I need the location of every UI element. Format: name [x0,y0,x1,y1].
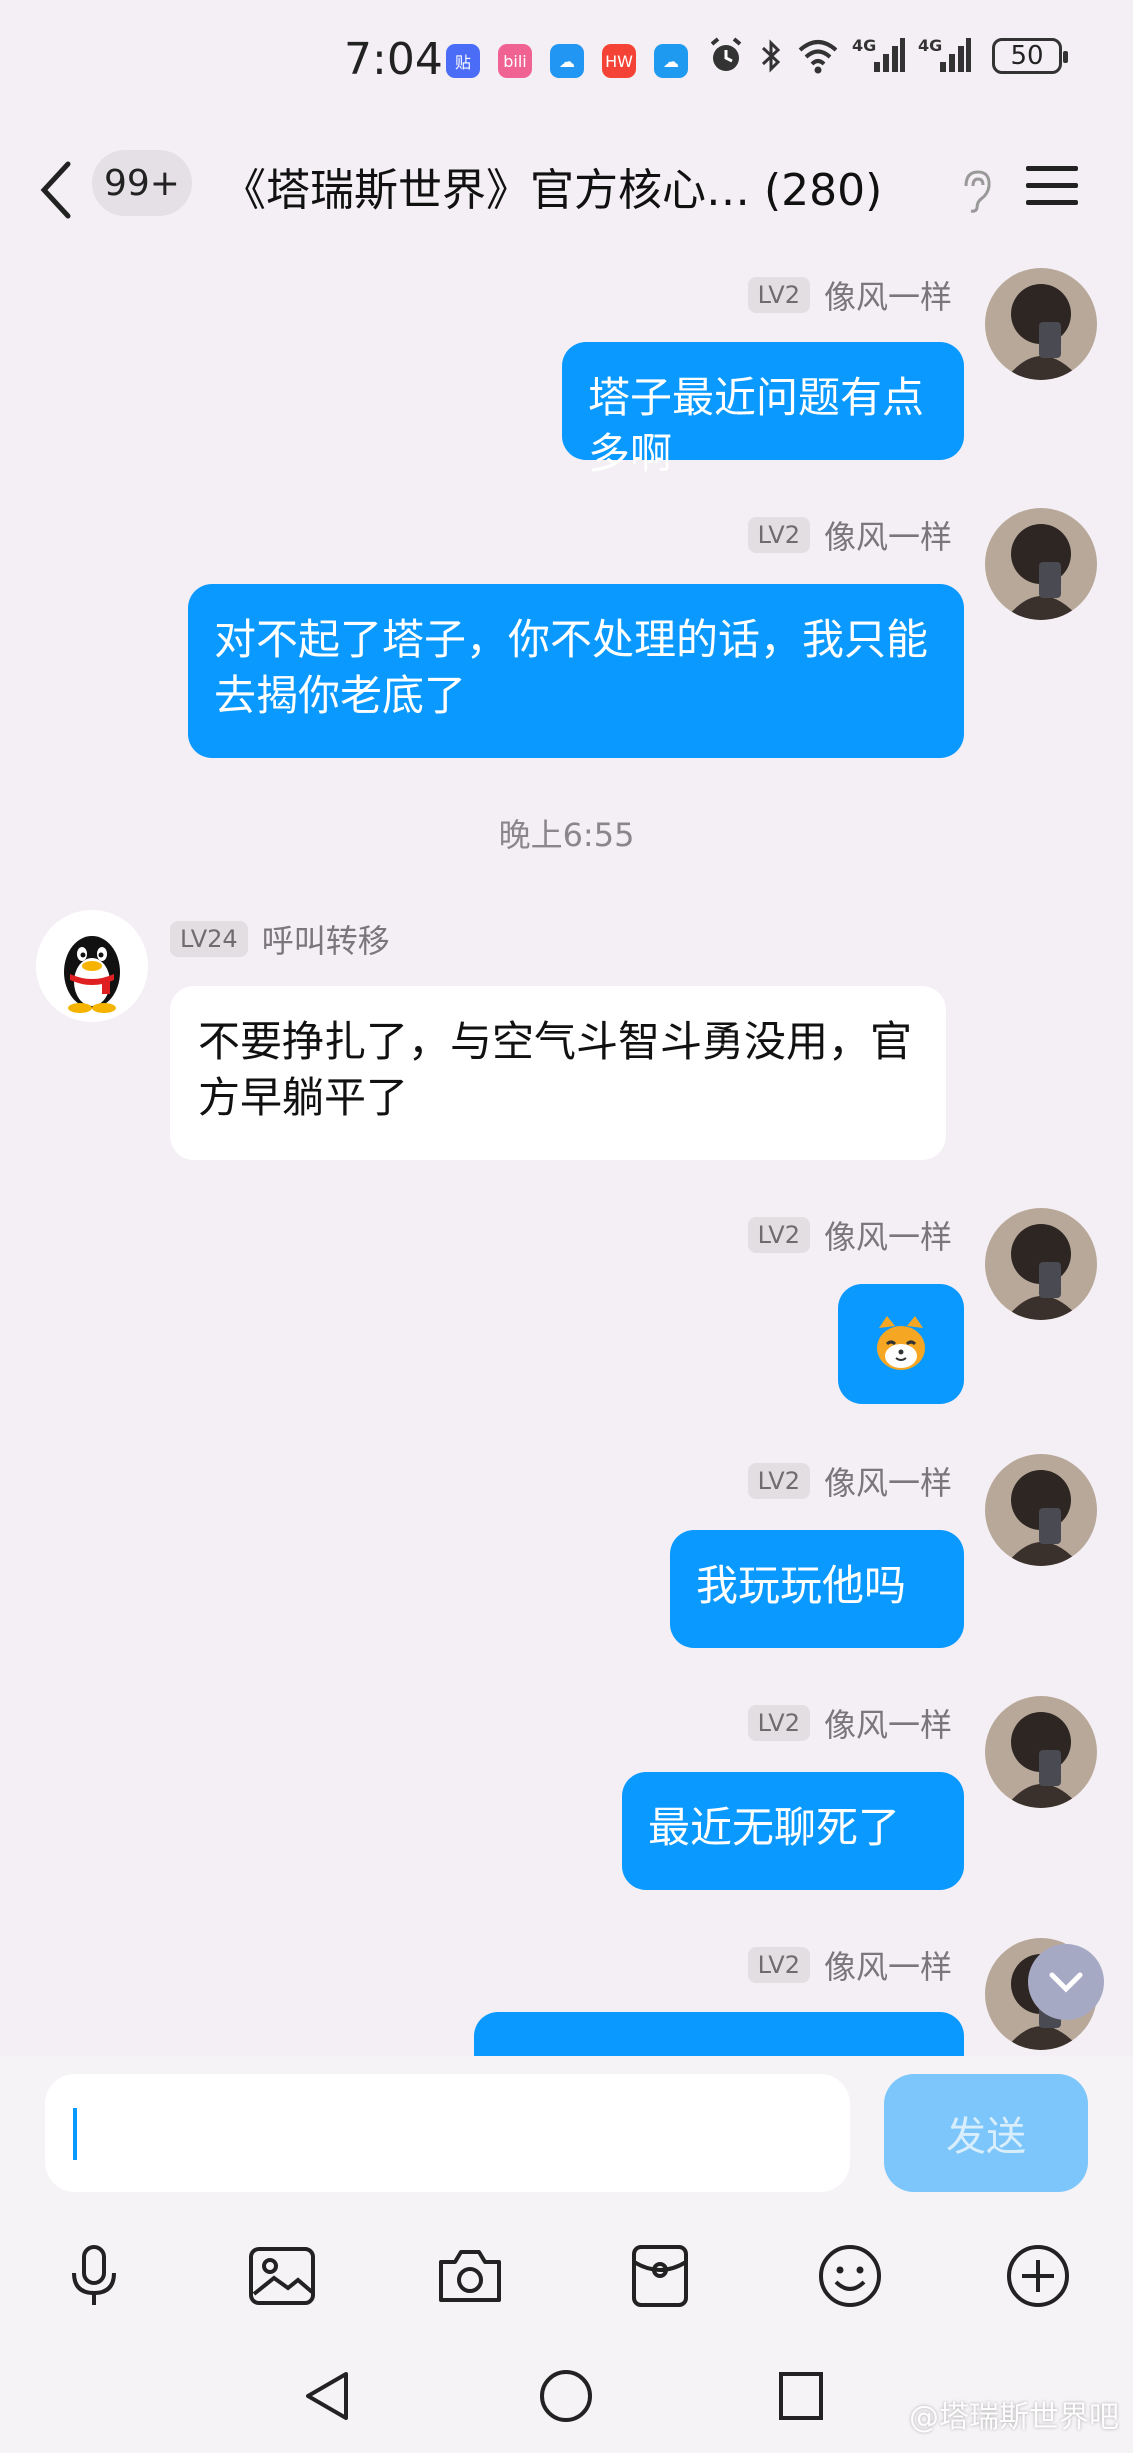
composer-toolbar [0,2226,1133,2326]
nav-back-icon[interactable] [302,2368,352,2424]
tieba-icon: 贴 [446,44,480,78]
more-button[interactable] [988,2226,1088,2326]
message-meta: LV2 像风一样 [747,1212,952,1258]
huawei-store-icon: HW [602,44,636,78]
message-bubble-self[interactable]: 我玩玩他吗 [670,1530,964,1648]
chevron-down-icon [1049,1972,1083,1993]
message-meta: LV24 呼叫转移 [170,916,390,962]
emoji-button[interactable] [800,2226,900,2326]
sender-nickname[interactable]: 像风一样 [824,272,952,318]
battery-indicator: 50 [992,38,1068,74]
alarm-icon [710,37,742,71]
message-meta: LV2 像风一样 [747,272,952,318]
signal-2-icon: 4G [918,36,972,76]
send-button[interactable]: 发送 [884,2074,1088,2192]
message-bubble-self[interactable] [838,1284,964,1404]
sender-nickname[interactable]: 像风一样 [824,512,952,558]
red-packet-button[interactable] [610,2226,710,2326]
smiley-icon [819,2245,881,2307]
notification-icons: 贴 bili ☁ HW ☁ [446,44,688,78]
message-composer: 发送 @塔瑞斯世界吧 [0,2056,1133,2453]
system-nav-bar: @塔瑞斯世界吧 [0,2358,1133,2453]
message-bubble-self[interactable]: 对不起了塔子，你不处理的话，我只能去揭你老底了 [188,584,964,758]
nav-home-icon[interactable] [538,2368,594,2424]
sender-nickname[interactable]: 像风一样 [824,1212,952,1258]
sender-nickname[interactable]: 像风一样 [824,1700,952,1746]
level-badge: LV2 [747,1463,810,1499]
camera-button[interactable] [420,2226,520,2326]
level-badge: LV2 [747,277,810,313]
cat-emoji-icon [877,1316,925,1370]
image-icon [249,2247,315,2305]
status-time: 7:04 [344,34,443,85]
watermark: @塔瑞斯世界吧 [909,2400,1119,2435]
level-badge: LV2 [747,1217,810,1253]
message-input[interactable] [45,2074,850,2192]
scroll-to-bottom-button[interactable] [1028,1944,1104,2020]
avatar[interactable] [985,1696,1097,1808]
message-timestamp: 晚上6:55 [498,816,635,854]
red-packet-icon [632,2245,688,2307]
voice-button[interactable] [44,2226,144,2326]
status-bar: 7:04 贴 bili ☁ HW ☁ 4G 4G 50 [0,0,1133,120]
message-meta: LV2 像风一样 [747,1700,952,1746]
message-meta: LV2 像风一样 [747,1942,952,1988]
chat-header: 99+ 《塔瑞斯世界》官方核心… (280) [0,140,1133,240]
system-indicators: 4G 4G 50 [706,36,1068,76]
text-cursor [73,2108,77,2160]
avatar[interactable] [36,910,148,1022]
level-badge: LV2 [747,517,810,553]
weather-icon: ☁ [550,44,584,78]
message-meta: LV2 像风一样 [747,1458,952,1504]
nav-recents-icon[interactable] [776,2368,826,2424]
member-count: (280) [764,165,883,216]
sender-nickname[interactable]: 像风一样 [824,1458,952,1504]
image-button[interactable] [232,2226,332,2326]
level-badge: LV2 [747,1947,810,1983]
back-arrow-icon[interactable] [36,158,76,222]
message-bubble-other[interactable]: 不要挣扎了，与空气斗智斗勇没用，官方早躺平了 [170,986,946,1160]
network-type-2: 4G [918,36,943,55]
bilibili-icon: bili [498,44,532,78]
bluetooth-icon [761,39,781,73]
ear-mode-icon[interactable] [956,168,996,214]
menu-icon[interactable] [1024,162,1080,210]
penguin-icon [36,910,148,1022]
message-meta: LV2 像风一样 [747,512,952,558]
microphone-icon [72,2245,116,2305]
group-name: 《塔瑞斯世界》官方核心… [222,165,750,216]
plus-circle-icon [1007,2245,1069,2307]
network-type-1: 4G [852,36,877,55]
level-badge: LV2 [747,1705,810,1741]
wifi-icon [798,40,838,74]
level-badge: LV24 [170,921,248,957]
avatar[interactable] [985,268,1097,380]
camera-icon [439,2250,501,2302]
cloud-icon: ☁ [654,44,688,78]
sender-nickname[interactable]: 像风一样 [824,1942,952,1988]
avatar[interactable] [985,508,1097,620]
message-bubble-self[interactable]: 最近无聊死了 [622,1772,964,1890]
message-bubble-self[interactable]: 塔子最近问题有点多啊 [562,342,964,478]
avatar[interactable] [985,1208,1097,1320]
group-title[interactable]: 《塔瑞斯世界》官方核心… (280) [222,154,952,218]
avatar[interactable] [985,1454,1097,1566]
sender-nickname[interactable]: 呼叫转移 [262,916,390,962]
signal-1-icon: 4G [852,36,906,76]
unread-count-badge[interactable]: 99+ [92,150,192,216]
